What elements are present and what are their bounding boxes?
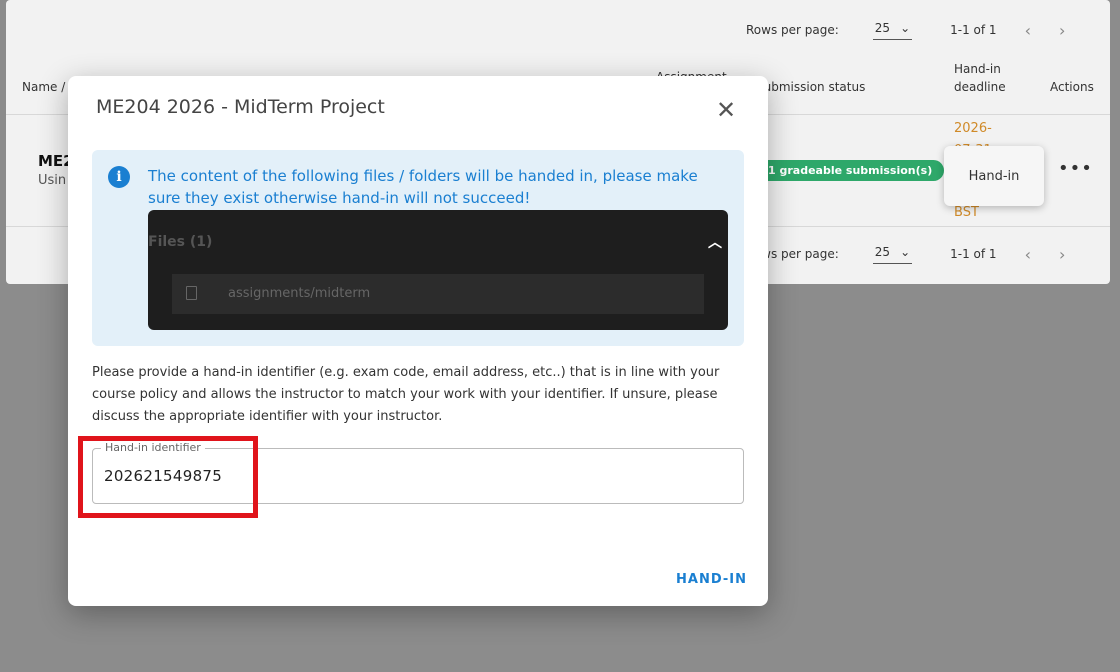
status-badge: 1 gradeable submission(s) <box>748 160 945 181</box>
info-icon: i <box>108 166 130 188</box>
info-message: The content of the following files / fol… <box>148 167 698 207</box>
next-page-icon[interactable]: › <box>1059 21 1065 40</box>
hand-in-button[interactable]: HAND-IN <box>676 572 747 587</box>
info-alert: i The content of the following files / f… <box>92 150 744 346</box>
pager-bottom: Rows per page: 25 ⌄ 1-1 of 1 ‹ › <box>746 242 1065 266</box>
files-panel: Files (1) ︿ assignments/midterm <box>148 210 728 330</box>
identifier-instructions: Please provide a hand-in identifier (e.g… <box>92 365 720 424</box>
rows-per-page-select[interactable]: 25 ⌄ <box>872 20 913 40</box>
files-panel-title[interactable]: Files (1) <box>148 234 212 250</box>
prev-page-icon[interactable]: ‹ <box>1025 21 1031 40</box>
rows-per-page-select[interactable]: 25 ⌄ <box>872 244 913 264</box>
deadline-timezone: BST <box>954 205 979 220</box>
next-page-icon[interactable]: › <box>1059 245 1065 264</box>
page-range: 1-1 of 1 <box>950 247 997 261</box>
hand-in-menu-item[interactable]: Hand-in <box>944 146 1044 206</box>
pager-top: Rows per page: 25 ⌄ 1-1 of 1 ‹ › <box>746 18 1065 42</box>
assignment-subtitle: Usin <box>38 173 67 188</box>
file-icon <box>186 286 197 300</box>
dialog-title: ME204 2026 - MidTerm Project <box>96 96 385 118</box>
file-list-item: assignments/midterm <box>172 274 704 314</box>
page-range: 1-1 of 1 <box>950 23 997 37</box>
chevron-up-icon[interactable]: ︿ <box>708 232 722 252</box>
more-actions-icon[interactable]: ••• <box>1058 158 1093 179</box>
chevron-down-icon: ⌄ <box>900 20 911 35</box>
prev-page-icon[interactable]: ‹ <box>1025 245 1031 264</box>
close-icon[interactable]: ✕ <box>716 98 736 122</box>
chevron-down-icon: ⌄ <box>900 244 911 259</box>
highlight-box <box>78 436 258 518</box>
col-header-actions: Actions <box>1050 80 1094 94</box>
col-header-name[interactable]: Name / <box>22 78 65 96</box>
col-header-deadline[interactable]: Hand-in deadline <box>954 60 1006 96</box>
hand-in-dialog: ME204 2026 - MidTerm Project ✕ i The con… <box>68 76 768 606</box>
file-path: assignments/midterm <box>228 286 371 301</box>
col-header-submission-status[interactable]: Submission status <box>756 78 865 96</box>
rows-per-page-label: Rows per page: <box>746 23 839 37</box>
